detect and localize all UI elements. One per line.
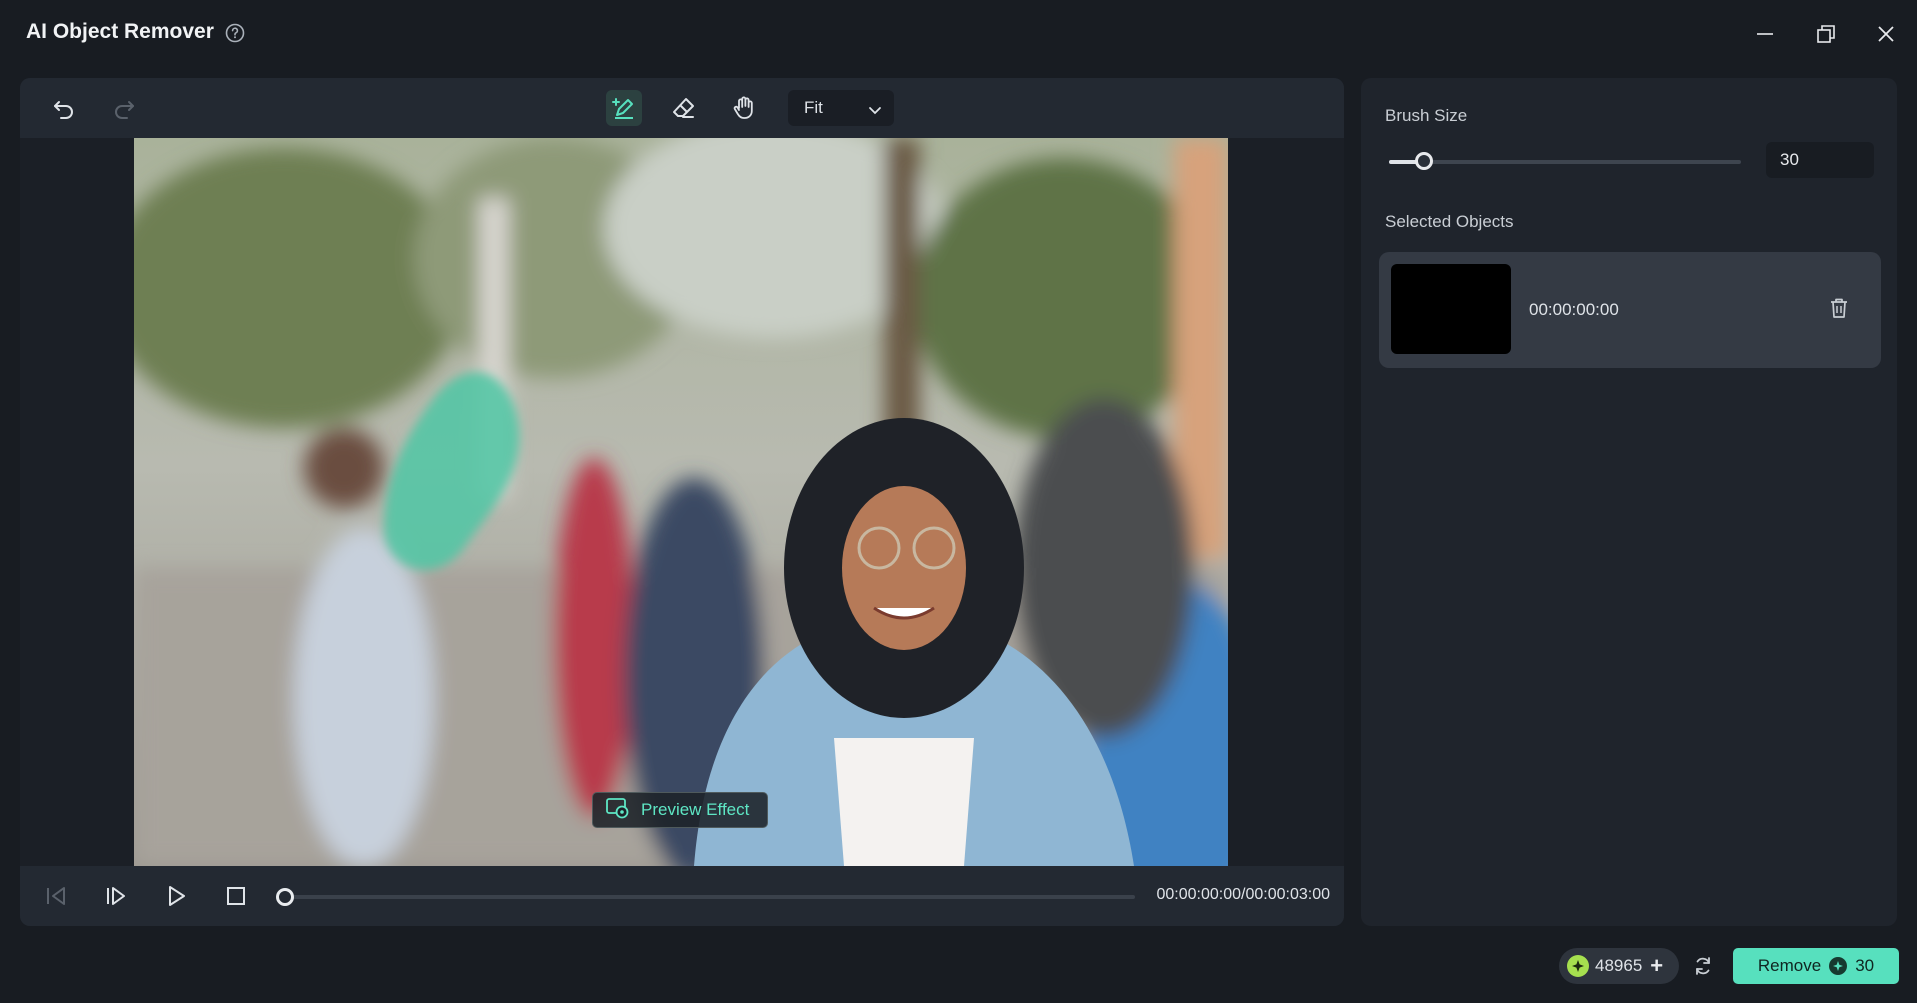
selected-objects-label: Selected Objects bbox=[1385, 212, 1514, 231]
help-circle-icon[interactable] bbox=[224, 22, 246, 44]
remove-cost: 30 bbox=[1855, 956, 1875, 975]
play-icon[interactable] bbox=[160, 880, 192, 912]
timecode: 00:00:00:00/00:00:03:00 bbox=[1156, 886, 1331, 903]
brush-size-slider-knob[interactable] bbox=[1415, 152, 1433, 170]
hand-pan-icon[interactable] bbox=[726, 90, 762, 126]
restore-icon[interactable] bbox=[1810, 18, 1842, 50]
object-timecode: 00:00:00:00 bbox=[1529, 300, 1619, 319]
prev-frame-icon[interactable] bbox=[40, 880, 72, 912]
brush-size-label: Brush Size bbox=[1385, 106, 1468, 125]
video-frame-image[interactable] bbox=[134, 138, 1228, 866]
minimize-icon[interactable] bbox=[1749, 18, 1781, 50]
title-bar: AI Object Remover bbox=[0, 0, 1917, 68]
undo-icon[interactable] bbox=[46, 90, 82, 126]
brush-add-icon[interactable] bbox=[606, 90, 642, 126]
timeline-playhead[interactable] bbox=[276, 888, 294, 906]
preview-eye-icon bbox=[605, 797, 631, 824]
remove-button[interactable]: Remove 30 bbox=[1733, 948, 1899, 984]
selected-object-item[interactable]: 00:00:00:00 bbox=[1379, 252, 1881, 368]
next-frame-icon[interactable] bbox=[100, 880, 132, 912]
timeline-track[interactable] bbox=[285, 895, 1135, 899]
settings-panel: Brush Size Selected Objects 00:00:00:00 bbox=[1361, 78, 1897, 926]
refresh-icon[interactable] bbox=[1687, 950, 1719, 982]
credit-coin-icon bbox=[1829, 957, 1848, 975]
credits-badge: 48965 + bbox=[1559, 948, 1679, 984]
redo-icon[interactable] bbox=[106, 90, 142, 126]
preview-effect-label: Preview Effect bbox=[641, 800, 750, 819]
app-title: AI Object Remover bbox=[26, 20, 214, 43]
credit-coin-icon bbox=[1567, 955, 1589, 977]
brush-size-input[interactable] bbox=[1766, 142, 1874, 178]
trash-icon[interactable] bbox=[1823, 292, 1855, 324]
eraser-icon[interactable] bbox=[666, 90, 702, 126]
object-thumbnail bbox=[1391, 264, 1511, 354]
canvas-area[interactable]: Preview Effect bbox=[20, 138, 1344, 866]
close-icon[interactable] bbox=[1870, 18, 1902, 50]
brush-size-slider[interactable] bbox=[1389, 160, 1741, 164]
add-credits-icon[interactable]: + bbox=[1650, 953, 1663, 979]
stop-icon[interactable] bbox=[220, 880, 252, 912]
editor-toolbar: Fit bbox=[20, 78, 1344, 138]
credits-count: 48965 bbox=[1595, 956, 1643, 975]
playback-bar: 00:00:00:00/00:00:03:00 bbox=[20, 866, 1344, 926]
zoom-value: Fit bbox=[804, 98, 823, 117]
preview-effect-button[interactable]: Preview Effect bbox=[592, 792, 768, 828]
editor-panel: Fit Preview Effect 00:00:00:00/00:00:03:… bbox=[20, 78, 1344, 926]
zoom-select[interactable]: Fit bbox=[788, 90, 894, 126]
chevron-down-icon bbox=[868, 102, 882, 122]
remove-label: Remove bbox=[1757, 956, 1822, 975]
